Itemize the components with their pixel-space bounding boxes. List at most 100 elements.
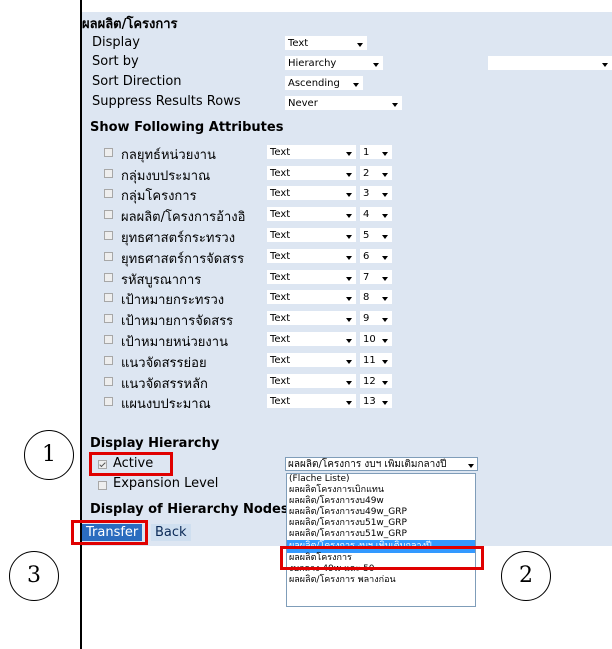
chevron-down-icon (346, 360, 352, 364)
attribute-display-select[interactable]: Text (267, 270, 356, 284)
attribute-checkbox[interactable] (104, 189, 113, 198)
attribute-display-select[interactable]: Text (267, 186, 356, 200)
chevron-down-icon (346, 339, 352, 343)
chevron-down-icon (346, 297, 352, 301)
chevron-down-icon (353, 83, 359, 87)
attribute-checkbox[interactable] (104, 169, 113, 178)
suppress-label: Suppress Results Rows (92, 94, 241, 109)
attribute-order-value: 13 (363, 396, 376, 407)
dropdown-option[interactable]: ผลผลิต/โครงการงบ51w_GRP (287, 529, 475, 540)
attribute-checkbox[interactable] (104, 148, 113, 157)
attribute-display-select[interactable]: Text (267, 249, 356, 263)
attribute-order-value: 9 (363, 313, 370, 324)
attribute-label: เป้าหมายหน่วยงาน (121, 335, 228, 350)
attribute-order-select[interactable]: 6 (360, 249, 392, 263)
attributes-heading: Show Following Attributes (90, 120, 284, 135)
attribute-order-select[interactable]: 2 (360, 166, 392, 180)
attribute-order-select[interactable]: 12 (360, 374, 392, 388)
attribute-checkbox[interactable] (104, 397, 113, 406)
attribute-order-select[interactable]: 8 (360, 290, 392, 304)
attribute-display-select[interactable]: Text (267, 374, 356, 388)
chevron-down-icon (392, 103, 398, 107)
attribute-order-select[interactable]: 3 (360, 186, 392, 200)
sortdir-select[interactable]: Ascending (285, 76, 363, 90)
attribute-label: เป้าหมายการจัดสรร (121, 314, 234, 329)
attribute-order-select[interactable]: 11 (360, 353, 392, 367)
attribute-order-select[interactable]: 1 (360, 145, 392, 159)
attribute-display-select[interactable]: Text (267, 311, 356, 325)
chevron-down-icon (382, 401, 388, 405)
dropdown-option[interactable]: ผลผลิต/โครงการงบ51w_GRP (287, 518, 475, 529)
chevron-down-icon (382, 193, 388, 197)
attribute-display-select[interactable]: Text (267, 332, 356, 346)
attribute-order-select[interactable]: 4 (360, 207, 392, 221)
attribute-display-select[interactable]: Text (267, 207, 356, 221)
attribute-checkbox[interactable] (104, 356, 113, 365)
nodes-heading: Display of Hierarchy Nodes (90, 502, 289, 517)
back-button[interactable]: Back (151, 524, 191, 541)
attribute-checkbox[interactable] (104, 335, 113, 344)
attribute-label: เป้าหมายกระทรวง (121, 293, 225, 308)
chevron-down-icon (346, 381, 352, 385)
attribute-order-select[interactable]: 5 (360, 228, 392, 242)
section-header: ผลผลิต/โครงการ (82, 12, 612, 32)
attribute-display-select[interactable]: Text (267, 290, 356, 304)
attribute-display-value: Text (270, 272, 291, 283)
attribute-order-value: 12 (363, 376, 376, 387)
attribute-checkbox[interactable] (104, 273, 113, 282)
chevron-down-icon (346, 401, 352, 405)
attribute-display-value: Text (270, 292, 291, 303)
attribute-order-select[interactable]: 13 (360, 394, 392, 408)
attribute-display-value: Text (270, 230, 291, 241)
attribute-label: กลยุทธ์หน่วยงาน (121, 148, 216, 163)
chevron-down-icon (382, 235, 388, 239)
attribute-display-select[interactable]: Text (267, 228, 356, 242)
chevron-down-icon (346, 173, 352, 177)
attribute-label: ยุทธศาสตร์กระทรวง (121, 231, 236, 246)
chevron-down-icon (346, 214, 352, 218)
attribute-order-value: 3 (363, 188, 370, 199)
dropdown-option[interactable]: ผลผลิตโครงการเบิกแทน (287, 485, 475, 496)
attribute-display-select[interactable]: Text (267, 166, 356, 180)
active-highlight-box (89, 452, 173, 476)
chevron-down-icon (373, 63, 379, 67)
dropdown-option[interactable]: (Flache Liste) (287, 474, 475, 485)
option-highlight-box (280, 546, 484, 570)
chevron-down-icon (382, 256, 388, 260)
dropdown-option[interactable]: ผลผลิต/โครงการงบ49w_GRP (287, 507, 475, 518)
chevron-down-icon (346, 193, 352, 197)
attribute-display-select[interactable]: Text (267, 145, 356, 159)
display-label: Display (92, 35, 140, 50)
attribute-display-value: Text (270, 334, 291, 345)
sortby-select[interactable]: Hierarchy (285, 56, 383, 70)
suppress-select[interactable]: Never (285, 96, 402, 110)
sortby-secondary-select[interactable] (488, 56, 612, 70)
attribute-checkbox[interactable] (104, 210, 113, 219)
attribute-label: ผลผลิต/โครงการอ้างอิ (121, 210, 246, 225)
attribute-display-select[interactable]: Text (267, 353, 356, 367)
attribute-order-value: 6 (363, 251, 370, 262)
attribute-checkbox[interactable] (104, 293, 113, 302)
attribute-order-select[interactable]: 10 (360, 332, 392, 346)
expansion-checkbox[interactable] (98, 481, 107, 490)
attribute-checkbox[interactable] (104, 231, 113, 240)
attribute-display-value: Text (270, 376, 291, 387)
chevron-down-icon (382, 297, 388, 301)
attribute-checkbox[interactable] (104, 314, 113, 323)
attribute-order-value: 1 (363, 147, 370, 158)
display-select[interactable]: Text (285, 36, 367, 50)
dropdown-option[interactable]: ผลผลิต/โครงการงบ49w (287, 496, 475, 507)
attribute-display-value: Text (270, 313, 291, 324)
attribute-order-select[interactable]: 9 (360, 311, 392, 325)
attribute-display-value: Text (270, 188, 291, 199)
chevron-down-icon (346, 235, 352, 239)
dropdown-option[interactable]: ผลผลิต/โครงการ พลางก่อน (287, 575, 475, 586)
attribute-order-value: 2 (363, 168, 370, 179)
attribute-checkbox[interactable] (104, 252, 113, 261)
chevron-down-icon (346, 277, 352, 281)
hierarchy-select[interactable]: ผลผลิต/โครงการ งบฯ เพิ่มเติมกลางปี (285, 457, 478, 471)
attribute-order-select[interactable]: 7 (360, 270, 392, 284)
attribute-display-select[interactable]: Text (267, 394, 356, 408)
expansion-label: Expansion Level (113, 476, 219, 491)
attribute-checkbox[interactable] (104, 377, 113, 386)
